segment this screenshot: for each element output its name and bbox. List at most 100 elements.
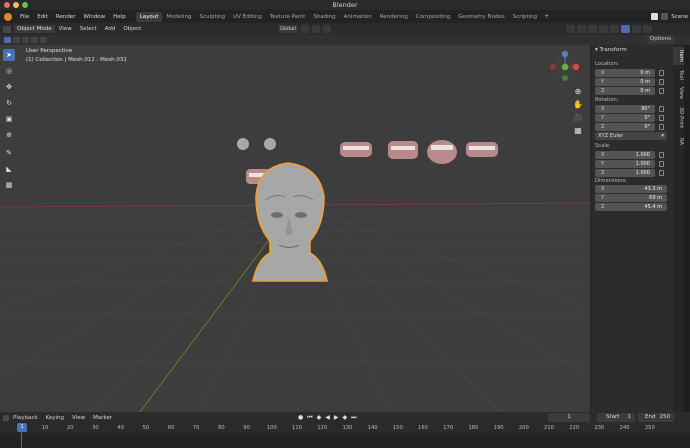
tab-sculpting[interactable]: Sculpting [195, 12, 229, 22]
menu-object[interactable]: Object [119, 26, 145, 32]
pivot-point-icon[interactable] [300, 25, 309, 33]
dimension-z-field[interactable]: Z 45.4 m [595, 203, 667, 211]
select-subtract-icon[interactable] [22, 37, 29, 43]
lock-icon[interactable] [659, 161, 664, 167]
tab-texture-paint[interactable]: Texture Paint [266, 12, 310, 22]
dimension-y-field[interactable]: Y 69 m [595, 194, 667, 202]
teeth-mesh-2[interactable] [388, 141, 418, 159]
tab-modeling[interactable]: Modeling [162, 12, 195, 22]
select-tool-icon[interactable]: ➤ [3, 49, 15, 61]
gizmo-toggle-icon[interactable] [577, 25, 586, 33]
snap-icon[interactable] [311, 25, 320, 33]
rotation-z-field[interactable]: Z 0° [595, 123, 655, 131]
object-mode-dropdown[interactable]: Object Mode [14, 25, 55, 33]
transform-orientation-dropdown[interactable]: Global [278, 25, 298, 33]
move-tool-icon[interactable]: ✥ [3, 81, 15, 93]
scale-y-field[interactable]: Y 1.000 [595, 160, 655, 168]
menu-window[interactable]: Window [79, 14, 109, 20]
lock-icon[interactable] [659, 88, 664, 94]
rotation-mode-dropdown[interactable]: XYZ Euler ▾ [595, 132, 667, 140]
transform-tool-icon[interactable]: ⊕ [3, 129, 15, 141]
tab-compositing[interactable]: Compositing [412, 12, 454, 22]
scale-z-field[interactable]: Z 1.000 [595, 169, 655, 177]
select-mode-icon[interactable] [4, 37, 11, 43]
camera-view-icon[interactable]: 🎥 [572, 112, 584, 124]
tab-item[interactable]: Item [673, 47, 684, 65]
zoom-icon[interactable]: ⊕ [572, 86, 584, 98]
tab-animation[interactable]: Animation [340, 12, 376, 22]
lock-icon[interactable] [659, 152, 664, 158]
hand-pan-icon[interactable]: ✋ [572, 99, 584, 111]
add-cube-tool-icon[interactable]: ▦ [3, 179, 15, 191]
scene-browse-icon[interactable] [661, 13, 669, 20]
tab-scripting[interactable]: Scripting [509, 12, 541, 22]
scale-x-field[interactable]: X 1.000 [595, 151, 655, 159]
auto-keying-icon[interactable]: ● [298, 414, 303, 422]
tab-geometry-nodes[interactable]: Geometry Nodes [454, 12, 508, 22]
teeth-mesh-4[interactable] [466, 142, 498, 157]
3d-viewport[interactable]: User Perspective (1) Collection | Mesh.0… [0, 45, 590, 412]
solid-shading-icon[interactable] [621, 25, 630, 33]
play-reverse-icon[interactable]: ◀ [325, 414, 330, 422]
teeth-mesh-3[interactable] [427, 140, 457, 164]
head-mesh-selected[interactable] [251, 162, 329, 282]
playhead-frame-indicator[interactable]: 1 [17, 423, 27, 432]
location-x-field[interactable]: X0 m [595, 69, 655, 77]
lock-icon[interactable] [659, 170, 664, 176]
transform-panel-header[interactable]: ▾ Transform [595, 47, 627, 53]
proportional-edit-icon[interactable] [322, 25, 331, 33]
prev-keyframe-icon[interactable]: ◆ [317, 414, 322, 422]
menu-edit[interactable]: Edit [33, 14, 52, 20]
material-shading-icon[interactable] [632, 25, 641, 33]
start-frame-field[interactable]: Start 1 [597, 413, 635, 422]
options-dropdown[interactable]: Options [646, 35, 674, 44]
menu-keying[interactable]: Keying [42, 415, 68, 421]
tab-rendering[interactable]: Rendering [376, 12, 412, 22]
blender-logo-icon[interactable] [4, 12, 12, 21]
tab-3d-print[interactable]: 3D-Print [673, 105, 684, 131]
tab-ra[interactable]: RA [673, 135, 684, 147]
tab-view[interactable]: View [673, 85, 684, 101]
visibility-icon[interactable] [566, 25, 575, 33]
editor-type-icon[interactable] [3, 25, 11, 33]
lock-icon[interactable] [659, 115, 664, 121]
rendered-shading-icon[interactable] [643, 25, 652, 33]
next-keyframe-icon[interactable]: ◆ [343, 414, 348, 422]
jump-end-icon[interactable]: ⏭ [351, 414, 356, 422]
lock-icon[interactable] [659, 70, 664, 76]
tab-uv-editing[interactable]: UV Editing [229, 12, 266, 22]
rotation-x-field[interactable]: X 90° [595, 105, 655, 113]
select-extend-icon[interactable] [13, 37, 20, 43]
cursor-tool-icon[interactable]: ◎ [3, 65, 15, 77]
eyeball-mesh-left[interactable] [237, 138, 249, 150]
end-frame-field[interactable]: End 250 [638, 413, 674, 422]
perspective-toggle-icon[interactable]: ▦ [572, 125, 584, 137]
lock-icon[interactable] [659, 106, 664, 112]
dimension-x-field[interactable]: X 43.3 m [595, 185, 667, 193]
tab-tool[interactable]: Tool [673, 67, 684, 83]
overlay-toggle-icon[interactable] [588, 25, 597, 33]
tab-shading[interactable]: Shading [309, 12, 339, 22]
menu-marker[interactable]: Marker [89, 415, 116, 421]
scene-selector[interactable]: Scene [651, 10, 690, 23]
navigation-gizmo[interactable] [550, 50, 580, 81]
scale-tool-icon[interactable]: ▣ [3, 113, 15, 125]
location-y-field[interactable]: Y0 m [595, 78, 655, 86]
location-z-field[interactable]: Z0 m [595, 87, 655, 95]
current-frame-field[interactable]: 1 [548, 413, 590, 422]
menu-file[interactable]: File [16, 14, 33, 20]
play-icon[interactable]: ▶ [334, 414, 339, 422]
teeth-mesh-1[interactable] [340, 142, 372, 157]
wireframe-shading-icon[interactable] [610, 25, 619, 33]
tab-layout[interactable]: Layout [135, 11, 163, 22]
lock-icon[interactable] [659, 124, 664, 130]
select-invert-icon[interactable] [31, 37, 38, 43]
menu-render[interactable]: Render [52, 14, 80, 20]
jump-start-icon[interactable]: ⏮ [307, 414, 312, 422]
select-intersect-icon[interactable] [40, 37, 47, 43]
add-workspace-button[interactable]: + [541, 13, 552, 20]
rotation-y-field[interactable]: Y 0° [595, 114, 655, 122]
annotate-tool-icon[interactable]: ✎ [3, 147, 15, 159]
lock-icon[interactable] [659, 79, 664, 85]
menu-select[interactable]: Select [76, 26, 101, 32]
